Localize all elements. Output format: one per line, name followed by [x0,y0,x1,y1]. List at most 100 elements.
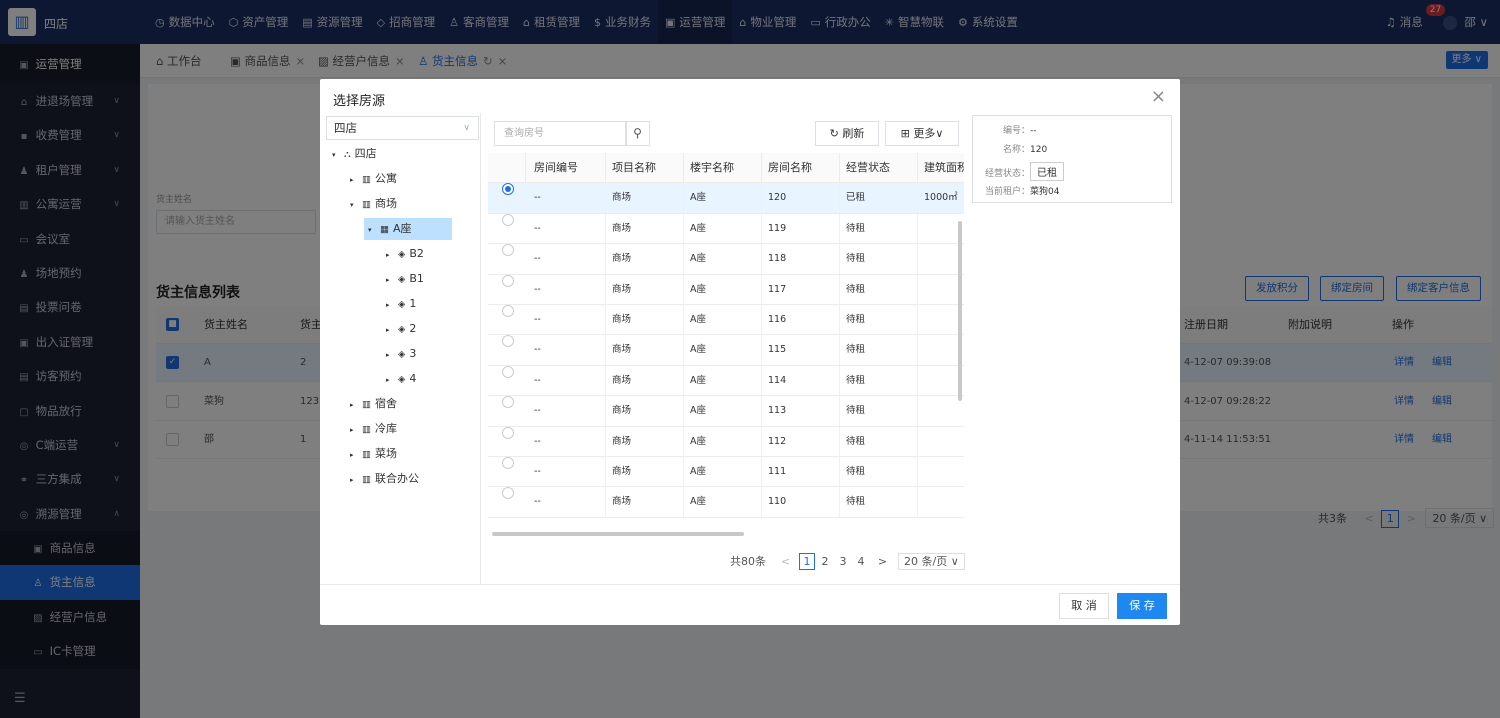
row-radio[interactable] [502,183,514,196]
row-radio[interactable] [502,426,514,439]
room-building: A座 [684,487,762,518]
tree-node[interactable]: ▾ ▥ 商场 [346,193,437,215]
building-icon: ▥ [362,424,371,435]
tree-node-label: 公寓 [374,172,397,185]
tree-node[interactable]: ▸ ▥ 联合办公 [346,468,459,490]
tree-node[interactable]: ▾ ⛬ 四店 [328,143,417,165]
tree-node-label: 宿舍 [374,397,397,410]
room-status: 待租 [840,244,918,275]
horizontal-scrollbar[interactable] [492,532,744,536]
room-room: 115 [762,335,840,366]
table-row[interactable]: -- 商场 A座 112 待租 [488,426,964,457]
room-code: -- [526,213,606,244]
caret-right-icon[interactable]: ▸ [386,319,398,341]
building-icon: ⛬ [344,149,351,160]
table-row[interactable]: -- 商场 A座 118 待租 [488,244,964,275]
search-icon[interactable]: ⚲ [625,121,650,146]
room-building: A座 [684,274,762,305]
room-project: 商场 [606,426,684,457]
prev-page-icon[interactable]: < [778,554,794,571]
row-radio[interactable] [502,396,514,409]
caret-down-icon[interactable]: ▾ [332,144,344,166]
tree-node[interactable]: ▸ ◈ 3 [382,343,456,365]
close-icon[interactable]: × [1151,88,1166,106]
status-badge: 已租 [1030,162,1065,181]
tree-node[interactable]: ▸ ▥ 菜场 [346,443,437,465]
row-radio[interactable] [502,213,514,226]
total-count: 共80条 [730,555,766,568]
store-select[interactable]: 四店 ∨ [326,116,479,140]
info-code-value: -- [1030,126,1037,136]
more-options-button[interactable]: ⊞ 更多∨ [885,121,959,146]
table-row[interactable]: -- 商场 A座 119 待租 [488,213,964,245]
row-radio[interactable] [502,457,514,469]
caret-right-icon[interactable]: ▸ [386,244,398,266]
tree-node[interactable]: ▸ ▥ 冷库 [346,418,437,440]
room-building: A座 [684,457,762,487]
table-row[interactable]: -- 商场 A座 120 已租 1000㎡ [488,183,964,214]
vertical-scrollbar[interactable] [958,221,962,401]
caret-right-icon[interactable]: ▸ [386,269,398,291]
page-button[interactable]: 2 [817,554,833,571]
room-search-input[interactable]: 查询房号 [494,121,627,146]
caret-right-icon[interactable]: ▸ [386,344,398,366]
cancel-button[interactable]: 取 消 [1059,593,1109,619]
row-radio[interactable] [502,335,514,348]
page-size-select[interactable]: 20 条/页 ∨ [898,553,965,570]
caret-right-icon[interactable]: ▸ [350,394,362,416]
tree-node[interactable]: ▸ ◈ B1 [382,268,464,290]
table-row[interactable]: -- 商场 A座 111 待租 [488,457,964,488]
room-status: 已租 [840,183,918,214]
room-code: -- [526,457,606,487]
radio-column-header [488,153,526,183]
room-room: 120 [762,183,840,214]
tree-node[interactable]: ▸ ▥ 宿舍 [346,393,437,415]
caret-right-icon[interactable]: ▸ [350,469,362,491]
row-radio[interactable] [502,274,514,287]
table-row[interactable]: -- 商场 A座 114 待租 [488,365,964,397]
caret-right-icon[interactable]: ▸ [350,169,362,191]
row-radio[interactable] [502,365,514,378]
page-button[interactable]: 4 [853,554,869,571]
tree-node-label: 3 [409,347,417,360]
room-project: 商场 [606,274,684,305]
tree-node[interactable]: ▸ ◈ B2 [382,243,464,265]
tree-node[interactable]: ▸ ◈ 2 [382,318,456,340]
room-area [918,487,964,517]
page-button[interactable]: 1 [799,553,815,570]
page-button[interactable]: 3 [835,554,851,571]
table-row[interactable]: -- 商场 A座 116 待租 [488,305,964,336]
dialog-title: 选择房源 [333,94,386,109]
next-page-icon[interactable]: > [875,554,891,571]
room-code: -- [526,305,606,335]
caret-down-icon[interactable]: ▾ [350,194,362,216]
tree-node[interactable]: ▸ ◈ 4 [382,368,456,390]
save-button[interactable]: 保 存 [1117,593,1167,619]
row-radio[interactable] [502,487,514,500]
caret-right-icon[interactable]: ▸ [386,294,398,316]
tree-node[interactable]: ▾ ▦ A座 [364,218,452,240]
tree-node[interactable]: ▸ ▥ 公寓 [346,168,437,190]
info-name-value: 120 [1030,145,1048,155]
caret-right-icon[interactable]: ▸ [386,369,398,391]
row-radio[interactable] [502,244,514,257]
table-row[interactable]: -- 商场 A座 113 待租 [488,396,964,427]
table-row[interactable]: -- 商场 A座 110 待租 [488,487,964,518]
select-room-dialog: 选择房源 × 四店 ∨ ▾ ⛬ 四店 ▸ ▥ 公寓 ▾ ▥ 商场 ▾ ▦ A座 ▸ ◈ B2 ▸ ◈ B1 ▸ ◈ 1 ▸… [320,79,1180,625]
caret-right-icon[interactable]: ▸ [350,419,362,441]
room-code: -- [526,274,606,305]
caret-right-icon[interactable]: ▸ [350,444,362,466]
room-info-panel: 编号：-- 名称：120 经营状态： 已租 当前租户：菜狗04 [972,115,1172,203]
row-radio[interactable] [502,305,514,317]
refresh-button[interactable]: ↻ 刷新 [815,121,879,146]
tree-node-label: B1 [409,272,424,285]
room-building: A座 [684,244,762,275]
caret-down-icon[interactable]: ▾ [368,219,380,241]
room-building: A座 [684,305,762,335]
room-code: -- [526,183,606,214]
info-tenant: 当前租户：菜狗04 [985,184,1059,197]
room-building: A座 [684,335,762,366]
table-row[interactable]: -- 商场 A座 115 待租 [488,335,964,366]
table-row[interactable]: -- 商场 A座 117 待租 [488,274,964,305]
tree-node[interactable]: ▸ ◈ 1 [382,293,456,315]
